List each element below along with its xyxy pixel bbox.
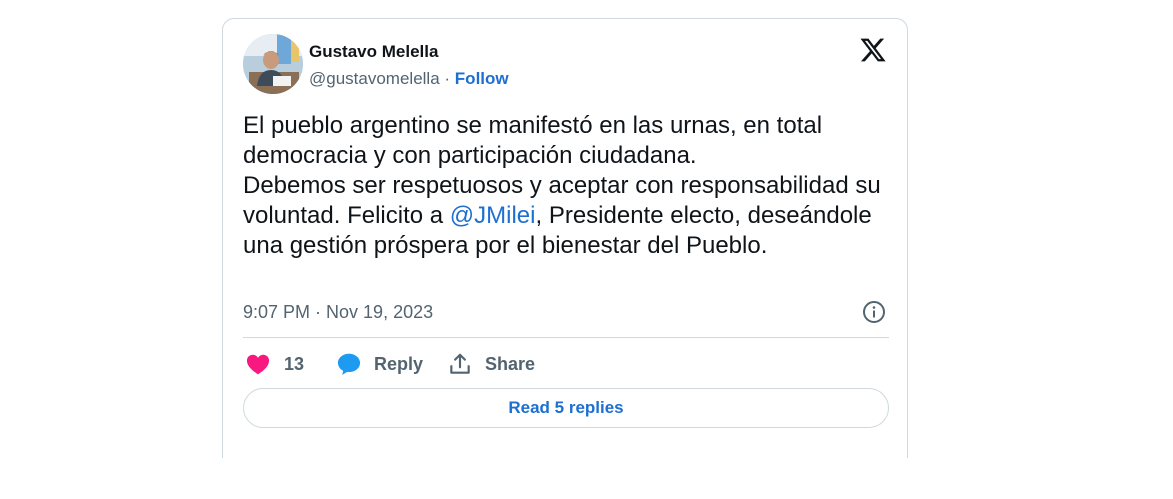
info-icon[interactable] xyxy=(862,300,886,324)
read-replies-button[interactable]: Read 5 replies xyxy=(243,388,889,428)
share-upload-icon xyxy=(450,353,470,374)
reply-button[interactable]: Reply xyxy=(336,349,423,379)
heart-icon xyxy=(246,354,270,375)
tweet-timestamp[interactable]: 9:07 PM · Nov 19, 2023 xyxy=(243,302,433,323)
tweet-embed-card: Gustavo Melella @gustavomelella · Follow… xyxy=(222,18,908,458)
tweet-text: El pueblo argentino se manifestó en las … xyxy=(243,111,883,261)
avatar-photo xyxy=(243,34,303,94)
follow-button[interactable]: Follow xyxy=(455,69,509,88)
x-logo-icon[interactable] xyxy=(859,36,887,64)
author-name[interactable]: Gustavo Melella xyxy=(309,42,438,62)
divider xyxy=(243,337,889,338)
share-button[interactable]: Share xyxy=(447,349,535,379)
like-count: 13 xyxy=(284,353,305,374)
share-label: Share xyxy=(485,353,536,374)
handle-separator: · xyxy=(444,69,451,88)
author-handle[interactable]: @gustavomelella xyxy=(309,69,440,88)
like-button[interactable]: 13 xyxy=(245,349,304,379)
avatar[interactable] xyxy=(243,34,303,94)
mention-link[interactable]: @JMilei xyxy=(450,202,536,229)
speech-bubble-icon xyxy=(337,353,361,375)
author-handle-row: @gustavomelella · Follow xyxy=(309,69,509,89)
reply-label: Reply xyxy=(374,353,424,374)
